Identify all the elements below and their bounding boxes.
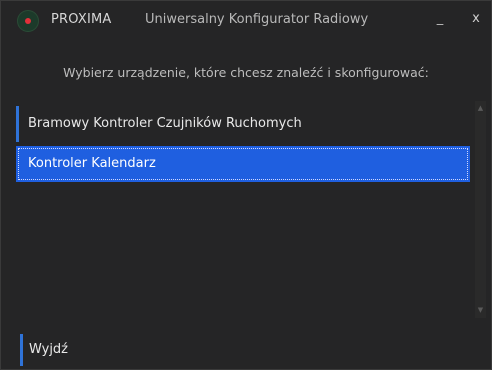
instruction-text: Wybierz urządzenie, które chcesz znaleźć… [63,65,429,80]
window-title: Uniwersalny Konfigurator Radiowy [145,12,369,27]
device-label: Bramowy Kontroler Czujników Ruchomych [28,116,302,131]
list-scrollbar[interactable]: ▲ ▼ [475,101,486,318]
title-bar[interactable]: PROXIMA Uniwersalny Konfigurator Radiowy… [1,1,491,41]
device-list-item-selected[interactable]: Kontroler Kalendarz [16,146,470,182]
triangle-down-icon[interactable]: ▼ [475,305,486,316]
device-list-item[interactable]: Bramowy Kontroler Czujników Ruchomych [16,106,456,142]
triangle-up-icon[interactable]: ▲ [475,103,486,114]
device-label: Kontroler Kalendarz [28,156,156,171]
device-list: Bramowy Kontroler Czujników Ruchomych Ko… [16,101,473,318]
brand-name: PROXIMA [51,12,112,27]
app-window: PROXIMA Uniwersalny Konfigurator Radiowy… [0,0,492,370]
exit-label: Wyjdź [29,342,69,357]
proxima-logo-icon [17,10,39,32]
close-button[interactable]: x [469,11,483,29]
exit-button[interactable]: Wyjdź [20,334,68,366]
minimize-button[interactable]: _ [432,11,448,29]
